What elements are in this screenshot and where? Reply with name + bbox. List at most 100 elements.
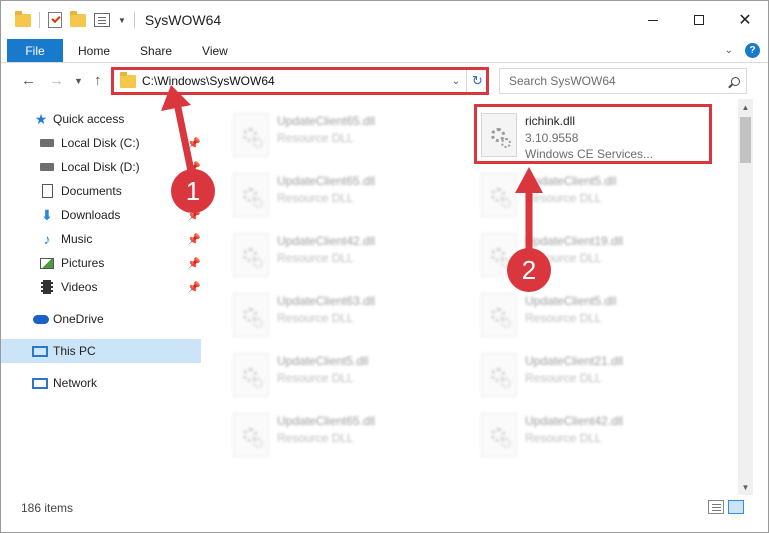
- dll-file-icon: [233, 413, 269, 457]
- list-item[interactable]: UpdateClient21.dll Resource DLL: [475, 347, 705, 403]
- maximize-button[interactable]: [676, 1, 722, 39]
- properties-icon[interactable]: [94, 13, 110, 27]
- file-list: UpdateClient65.dll Resource DLL UpdateCl…: [211, 99, 739, 493]
- file-type: Resource DLL: [277, 131, 354, 145]
- list-item[interactable]: UpdateClient65.dll Resource DLL: [227, 407, 457, 463]
- sidebar-item-label: Documents: [61, 184, 122, 198]
- file-name: UpdateClient42.dll: [277, 234, 376, 248]
- navigation-bar: ← → ▼ ↑ C:\Windows\SysWOW64 ⌄ ↻: [1, 63, 768, 99]
- file-name: UpdateClient42.dll: [525, 414, 624, 428]
- search-box[interactable]: [499, 68, 747, 94]
- recent-locations-icon[interactable]: ▼: [74, 76, 83, 86]
- file-type: Resource DLL: [277, 191, 354, 205]
- step-badge-1: 1: [171, 169, 215, 213]
- folder-icon: [15, 10, 31, 27]
- scroll-down-icon[interactable]: ▼: [738, 479, 753, 495]
- dll-file-icon: [233, 233, 269, 277]
- file-name: UpdateClient65.dll: [277, 114, 376, 128]
- details-view-icon[interactable]: [708, 500, 724, 514]
- file-name: UpdateClient65.dll: [277, 174, 376, 188]
- up-arrow-icon[interactable]: ↑: [94, 72, 102, 89]
- pin-icon[interactable]: 📌: [187, 281, 201, 294]
- dll-file-icon: [233, 353, 269, 397]
- pin-icon[interactable]: 📌: [187, 257, 201, 270]
- search-icon[interactable]: [724, 76, 746, 86]
- vertical-scrollbar[interactable]: ▲ ▼: [738, 99, 753, 495]
- address-path[interactable]: C:\Windows\SysWOW64: [142, 74, 446, 88]
- scrollbar-thumb[interactable]: [740, 117, 751, 163]
- pin-icon[interactable]: 📌: [187, 137, 201, 150]
- sidebar-item-videos[interactable]: Videos 📌: [1, 275, 201, 299]
- sidebar-item-label: OneDrive: [53, 312, 104, 326]
- quick-access-toolbar: ▼: [15, 10, 135, 28]
- list-item[interactable]: UpdateClient65.dll Resource DLL: [227, 167, 457, 223]
- list-item[interactable]: UpdateClient65.dll Resource DLL: [227, 107, 457, 163]
- sidebar-item-quick-access[interactable]: ★ Quick access: [1, 107, 201, 131]
- tab-share[interactable]: Share: [125, 39, 187, 62]
- refresh-icon[interactable]: ↻: [466, 69, 488, 93]
- expand-ribbon-icon[interactable]: ⌄: [725, 45, 733, 56]
- sidebar-item-label: Quick access: [53, 112, 125, 126]
- dll-file-icon: [233, 173, 269, 217]
- list-item[interactable]: UpdateClient5.dll Resource DLL: [227, 347, 457, 403]
- minimize-button[interactable]: [630, 1, 676, 39]
- search-input[interactable]: [509, 74, 724, 88]
- properties-check-icon[interactable]: [48, 12, 62, 28]
- view-switcher: [708, 500, 744, 514]
- dll-file-icon: [481, 113, 517, 157]
- sidebar-item-label: This PC: [53, 344, 96, 358]
- list-item[interactable]: UpdateClient63.dll Resource DLL: [227, 287, 457, 343]
- tab-file[interactable]: File: [7, 39, 63, 62]
- file-name: UpdateClient63.dll: [277, 294, 376, 308]
- sidebar-item-label: Network: [53, 376, 98, 390]
- sidebar-item-onedrive[interactable]: OneDrive: [1, 307, 201, 331]
- sidebar-item-label: Music: [61, 232, 93, 246]
- dll-file-icon: [481, 353, 517, 397]
- divider: [133, 12, 135, 28]
- list-item[interactable]: UpdateClient5.dll Resource DLL: [475, 167, 705, 223]
- file-name: richink.dll: [525, 114, 576, 128]
- sidebar-item-music[interactable]: ♪ Music 📌: [1, 227, 201, 251]
- scroll-up-icon[interactable]: ▲: [738, 99, 753, 115]
- address-bar[interactable]: C:\Windows\SysWOW64 ⌄ ↻: [111, 68, 489, 94]
- address-history-icon[interactable]: ⌄: [446, 76, 466, 87]
- dll-file-icon: [233, 113, 269, 157]
- file-type: Resource DLL: [277, 371, 354, 385]
- sidebar-item-downloads[interactable]: ⬇ Downloads 📌: [1, 203, 201, 227]
- file-description: Windows CE Services...: [525, 147, 654, 161]
- tab-view[interactable]: View: [187, 39, 243, 62]
- dll-file-icon: [481, 173, 517, 217]
- this-pc-icon: [32, 344, 48, 358]
- file-name: UpdateClient5.dll: [525, 294, 617, 308]
- list-item[interactable]: UpdateClient42.dll Resource DLL: [475, 407, 705, 463]
- sidebar-item-local-disk-d[interactable]: Local Disk (D:) 📌: [1, 155, 201, 179]
- back-arrow-icon[interactable]: ←: [21, 72, 36, 89]
- close-icon: ✕: [738, 12, 752, 29]
- file-name: UpdateClient5.dll: [525, 174, 617, 188]
- highlighted-file-tile[interactable]: richink.dll 3.10.9558 Windows CE Service…: [475, 107, 705, 163]
- forward-arrow-icon[interactable]: →: [49, 72, 64, 89]
- file-type: Resource DLL: [525, 371, 602, 385]
- file-type: Resource DLL: [277, 311, 354, 325]
- onedrive-icon: [33, 312, 49, 326]
- tab-home[interactable]: Home: [63, 39, 125, 62]
- sidebar-item-label: Local Disk (D:): [61, 160, 140, 174]
- close-button[interactable]: ✕: [722, 1, 768, 39]
- status-bar: 186 items: [1, 497, 768, 519]
- help-icon[interactable]: ?: [745, 43, 760, 58]
- ribbon-right-controls: ⌄ ?: [725, 43, 760, 58]
- sidebar-item-this-pc[interactable]: This PC: [1, 339, 201, 363]
- new-folder-icon[interactable]: [70, 10, 86, 27]
- customize-toolbar-icon[interactable]: ▼: [118, 16, 126, 25]
- list-item[interactable]: UpdateClient42.dll Resource DLL: [227, 227, 457, 283]
- tiles-view-icon[interactable]: [728, 500, 744, 514]
- sidebar-item-local-disk-c[interactable]: Local Disk (C:) 📌: [1, 131, 201, 155]
- pin-icon[interactable]: 📌: [187, 233, 201, 246]
- list-item[interactable]: UpdateClient5.dll Resource DLL: [475, 287, 705, 343]
- divider: [39, 12, 40, 28]
- downloads-icon: ⬇: [41, 207, 53, 223]
- file-type: Resource DLL: [277, 251, 354, 265]
- sidebar-item-network[interactable]: Network: [1, 371, 201, 395]
- window-title: SysWOW64: [144, 12, 222, 28]
- sidebar-item-pictures[interactable]: Pictures 📌: [1, 251, 201, 275]
